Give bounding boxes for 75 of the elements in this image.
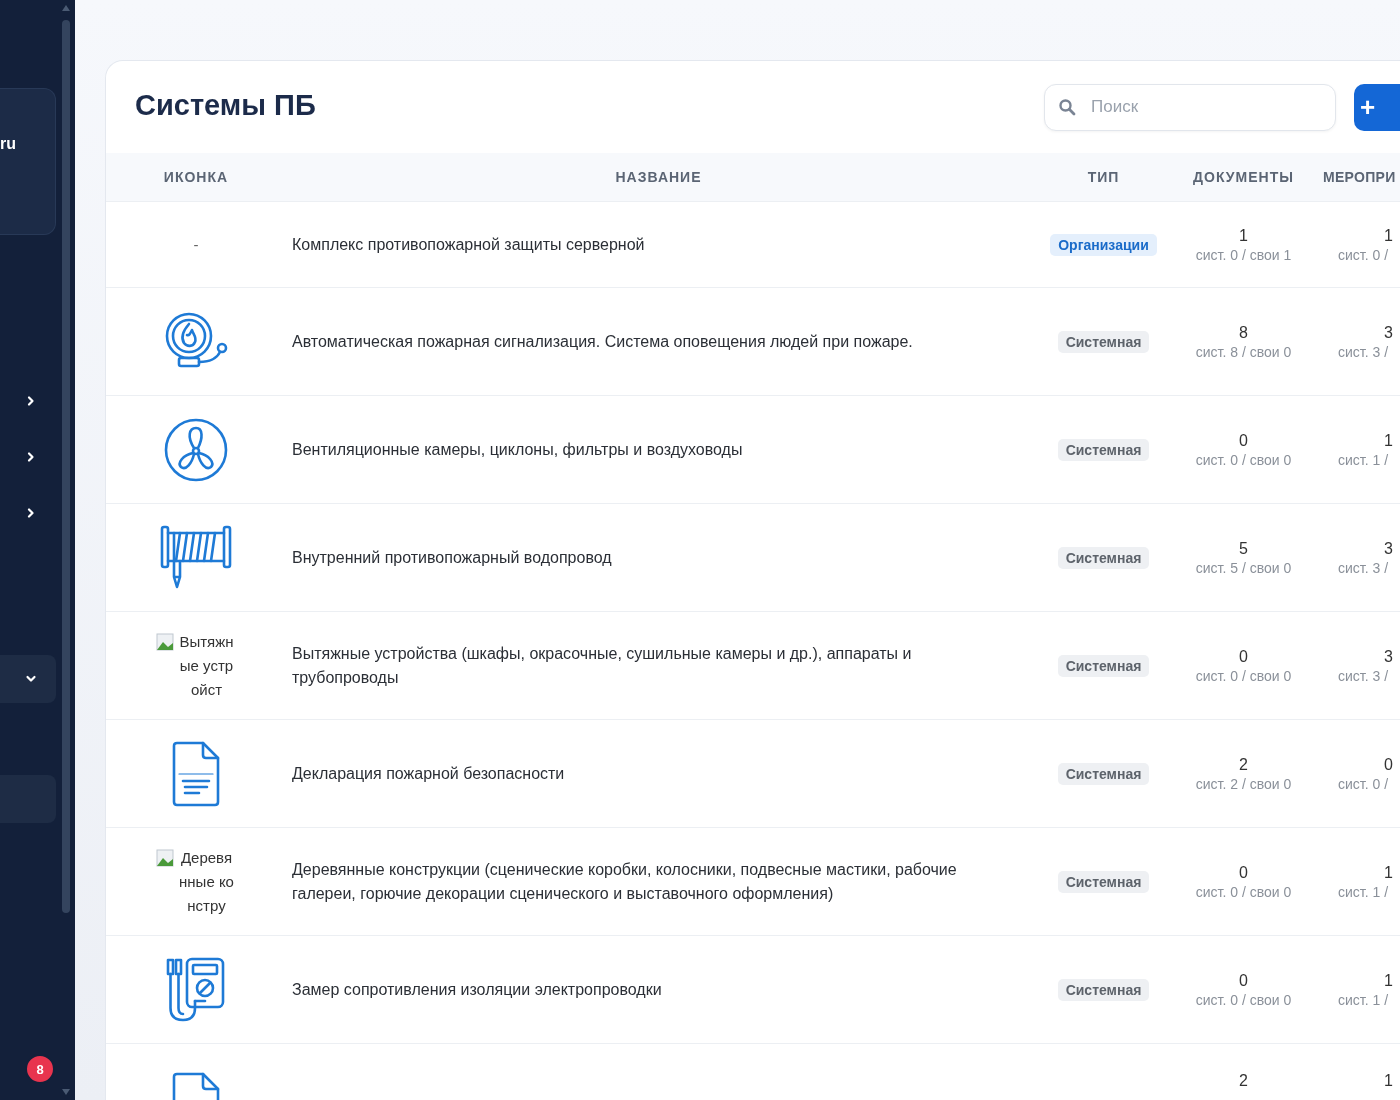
event-count: 1 [1383, 863, 1393, 882]
column-header: ИКОНКА [162, 169, 230, 185]
document-count-detail: сист. 5 / свои 0 [1195, 559, 1292, 576]
event-count: 1 [1383, 431, 1393, 450]
document-count-detail: сист. 2 / свои 0 [1195, 775, 1292, 792]
image-alt-text: Вытяжные устройст [178, 631, 235, 700]
type-tag: Системная [1057, 870, 1150, 893]
system-name[interactable]: Замер сопротивления изоляции электропроводки [292, 977, 1011, 1002]
search-icon [1058, 97, 1076, 116]
document-count: 2 [1239, 1072, 1248, 1090]
document-count: 0 [1239, 863, 1248, 882]
event-count-detail: сист. 1 / [1338, 883, 1389, 900]
search-field[interactable]: Поиск [1044, 83, 1336, 131]
system-name[interactable]: Вытяжные устройства (шкафы, окрасочные, сушильные камеры и др.), аппараты и трубопроводы [292, 641, 1011, 690]
system-name[interactable]: Декларация пожарной безопасности [292, 761, 1011, 786]
document-count: 1 [1239, 226, 1248, 245]
event-count-detail: сист. 1 / [1338, 451, 1389, 468]
document-icon [171, 740, 221, 807]
document-count: 8 [1239, 323, 1248, 342]
event-count: 0 [1383, 755, 1393, 774]
event-count: 3 [1383, 647, 1393, 666]
event-count: 3 [1383, 539, 1393, 558]
document-count-detail: сист. 8 / свои 0 [1195, 343, 1292, 360]
type-tag: Системная [1057, 438, 1150, 461]
system-name[interactable]: Автоматическая пожарная сигнализация. Система оповещения людей при пожаре. [292, 329, 1011, 354]
column-header: ДОКУМЕНТЫ [1192, 169, 1295, 185]
notification-badge[interactable]: 8 [25, 1054, 55, 1084]
type-tag: Системная [1057, 978, 1150, 1001]
broken-image-icon [156, 632, 174, 651]
event-count-detail: сист. 0 / [1338, 246, 1389, 263]
document-count: 2 [1239, 755, 1248, 774]
system-name[interactable]: Вентиляционные камеры, циклоны, фильтры и воздуховоды [292, 437, 1011, 462]
type-tag: Системная [1057, 330, 1150, 353]
document-count-detail: сист. 0 / свои 0 [1195, 451, 1292, 468]
empty-icon-cell: - [193, 236, 199, 253]
add-button[interactable]: + [1354, 83, 1400, 131]
scroll-down-icon[interactable] [61, 1088, 71, 1096]
column-header: МЕРОПРИ [1322, 169, 1397, 185]
account-panel[interactable]: ru [0, 88, 56, 235]
image-alt-text: Деревянные констру [178, 847, 235, 916]
document-count: 5 [1239, 539, 1248, 558]
nav-group[interactable] [0, 655, 56, 703]
system-name[interactable]: Деревянные конструкции (сценические коробки, колосники, подвесные мастики, рабочие галереи, горючие декорации сценического и выставочного оформления) [292, 857, 1011, 906]
system-name[interactable]: Комплекс противопожарной защиты серверной [292, 232, 1011, 257]
multimeter-icon [165, 955, 227, 1024]
column-header: НАЗВАНИЕ [614, 169, 703, 185]
type-tag: Системная [1057, 654, 1150, 677]
system-name[interactable]: Внутренний противопожарный водопровод [292, 545, 1011, 570]
fan-icon [163, 416, 229, 483]
event-count: 3 [1383, 323, 1393, 342]
account-text: ru [0, 135, 16, 153]
event-count-detail: сист. 0 / [1338, 775, 1389, 792]
document-count: 0 [1239, 647, 1248, 666]
scroll-up-icon[interactable] [61, 4, 71, 12]
event-count-detail: сист. 3 / [1338, 343, 1389, 360]
event-count: 1 [1383, 226, 1393, 245]
event-count: 1 [1383, 1072, 1393, 1090]
document-count: 0 [1239, 431, 1248, 450]
type-tag: Системная [1057, 762, 1150, 785]
document-count-detail: сист. 0 / свои 0 [1195, 667, 1292, 684]
type-tag: Системная [1057, 546, 1150, 569]
document-count-detail: сист. 0 / свои 0 [1195, 883, 1292, 900]
scrollbar[interactable] [60, 4, 72, 1096]
type-tag: Организации [1050, 233, 1157, 256]
event-count-detail: сист. 3 / [1338, 667, 1389, 684]
document-count: 0 [1239, 971, 1248, 990]
document-count-detail: сист. 0 / свои 1 [1195, 246, 1292, 263]
scrollbar-thumb[interactable] [62, 20, 70, 913]
event-count-detail: сист. 3 / [1338, 559, 1389, 576]
column-header: ТИП [1086, 169, 1121, 185]
document-count-detail: сист. 0 / свои 0 [1195, 991, 1292, 1008]
event-count: 1 [1383, 971, 1393, 990]
broken-image-icon [156, 848, 174, 867]
event-count-detail: сист. 1 / [1338, 991, 1389, 1008]
page-title: Системы ПБ [135, 88, 316, 122]
